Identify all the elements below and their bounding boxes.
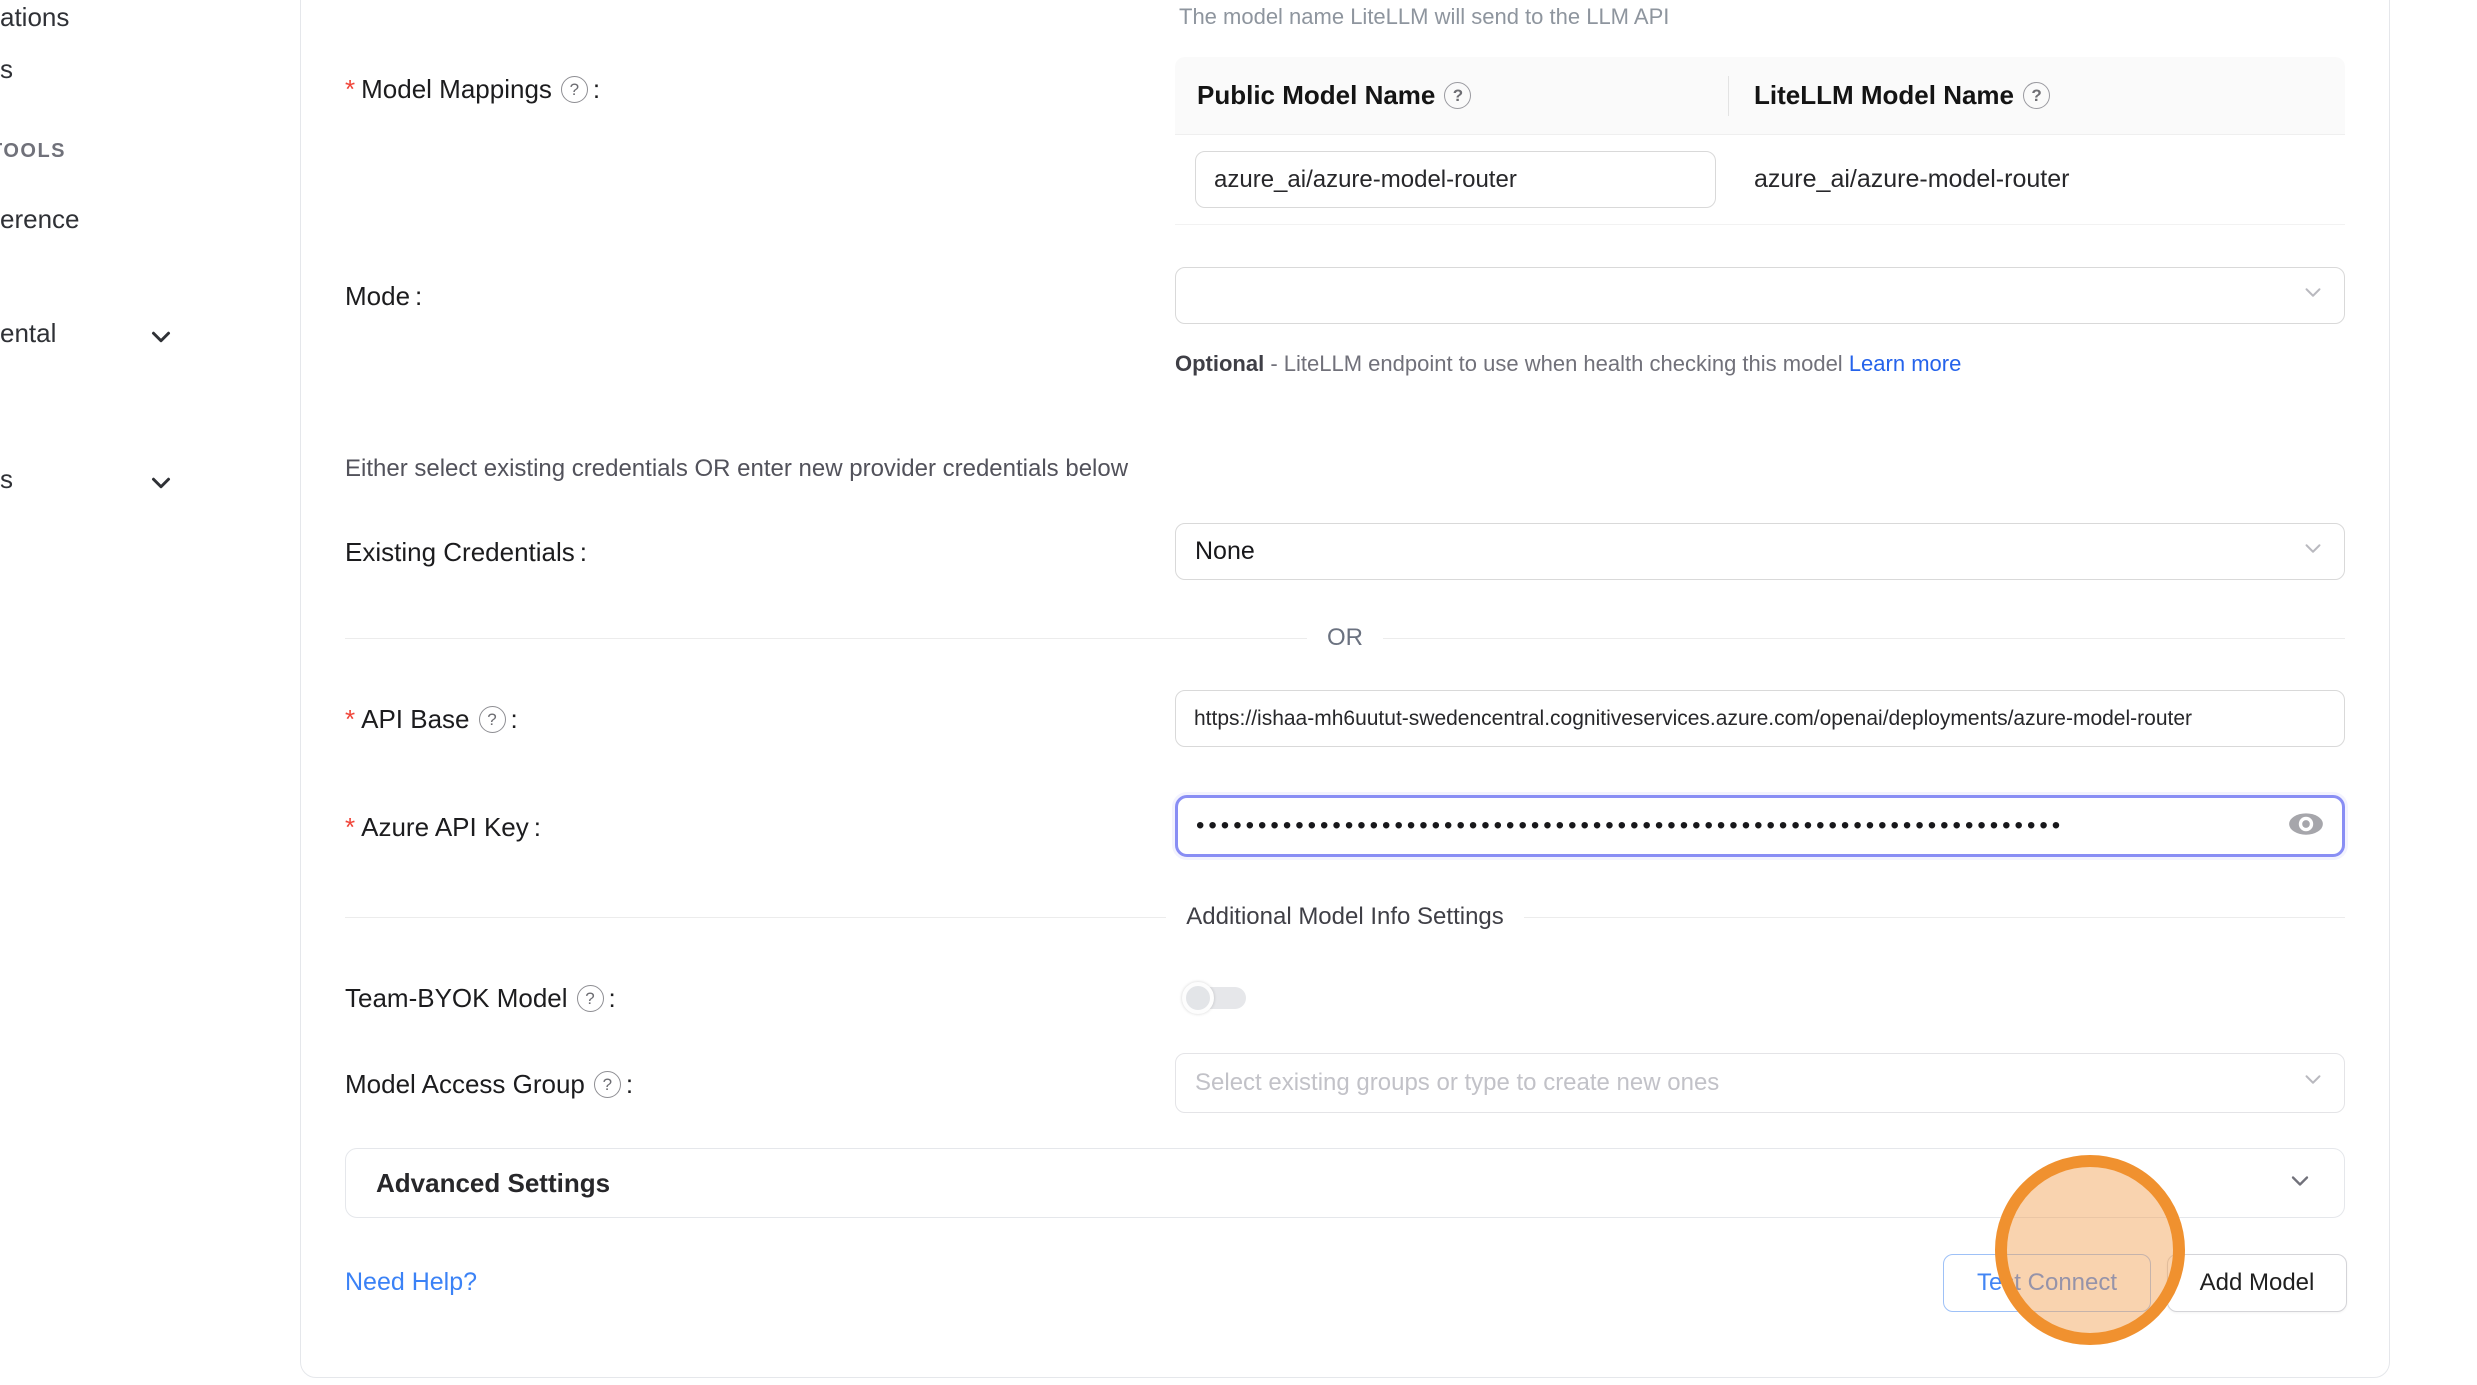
team-byok-label-text: Team-BYOK Model [345, 983, 568, 1014]
team-byok-toggle[interactable] [1182, 982, 1246, 1014]
divider-line [1383, 638, 2345, 639]
public-model-name-header: Public Model Name [1175, 80, 1728, 111]
mode-label-text: Mode [345, 281, 410, 312]
required-asterisk [345, 704, 361, 735]
mode-label: Mode [345, 281, 422, 312]
divider-line [1524, 917, 2345, 918]
required-asterisk [345, 74, 361, 105]
advanced-settings-title: Advanced Settings [376, 1168, 610, 1199]
azure-api-key-input[interactable] [1196, 812, 2274, 840]
label-colon [575, 537, 587, 568]
mode-help-text: Optional - LiteLLM endpoint to use when … [1175, 344, 2005, 384]
question-circle-icon[interactable] [561, 76, 588, 103]
api-base-label-text: API Base [361, 704, 469, 735]
need-help-link[interactable]: Need Help? [345, 1268, 477, 1297]
add-model-page: ations s TOOLS erence ental s The model … [0, 0, 2477, 1385]
model-mappings-header-row: Public Model Name LiteLLM Model Name [1175, 57, 2345, 135]
api-base-label: API Base [345, 704, 518, 735]
team-byok-label: Team-BYOK Model [345, 983, 616, 1014]
divider-line [345, 638, 1307, 639]
litellm-model-name-cell: azure_ai/azure-model-router [1728, 165, 2345, 194]
label-colon [621, 1069, 633, 1100]
or-divider-text: OR [1327, 624, 1363, 652]
info-settings-divider: Additional Model Info Settings [345, 903, 2345, 931]
mode-help-body: - LiteLLM endpoint to use when health ch… [1264, 351, 1849, 376]
mode-select[interactable] [1175, 267, 2345, 324]
header-column-divider [1728, 76, 1729, 116]
public-model-name-header-text: Public Model Name [1197, 80, 1435, 111]
learn-more-link[interactable]: Learn more [1849, 351, 1962, 376]
litellm-model-name-header: LiteLLM Model Name [1728, 80, 2345, 111]
model-mappings-label: Model Mappings [345, 74, 600, 105]
azure-api-key-label: Azure API Key [345, 812, 541, 843]
question-circle-icon[interactable] [594, 1071, 621, 1098]
sidebar-item-reference[interactable]: erence [0, 204, 80, 235]
test-connect-button[interactable]: Test Connect [1943, 1254, 2151, 1312]
toggle-knob [1182, 982, 1214, 1014]
question-circle-icon[interactable] [1444, 82, 1471, 109]
eye-icon[interactable] [2288, 811, 2324, 842]
litellm-model-name-helper: The model name LiteLLM will send to the … [1179, 4, 1669, 30]
azure-api-key-field [1175, 795, 2345, 857]
azure-api-key-label-text: Azure API Key [361, 812, 529, 843]
sidebar-item-integrations[interactable]: ations [0, 2, 69, 33]
model-mappings-label-text: Model Mappings [361, 74, 552, 105]
existing-credentials-value: None [1195, 537, 1255, 566]
question-circle-icon[interactable] [577, 985, 604, 1012]
litellm-model-name-header-text: LiteLLM Model Name [1754, 80, 2014, 111]
model-access-group-label: Model Access Group [345, 1069, 633, 1100]
chevron-down-icon [2286, 1167, 2314, 1200]
required-asterisk [345, 812, 361, 843]
sidebar-section-tools: TOOLS [0, 140, 66, 163]
model-access-group-select[interactable]: Select existing groups or type to create… [1175, 1053, 2345, 1113]
label-colon [604, 983, 616, 1014]
public-model-name-cell [1175, 151, 1728, 208]
sidebar-item-s[interactable]: s [0, 54, 13, 85]
mode-help-bold: Optional [1175, 351, 1264, 376]
sidebar-item-settings[interactable]: s [0, 464, 13, 495]
label-colon [529, 812, 541, 843]
model-access-group-label-text: Model Access Group [345, 1069, 585, 1100]
existing-credentials-label: Existing Credentials [345, 537, 587, 568]
label-colon [588, 74, 600, 105]
question-circle-icon[interactable] [479, 706, 506, 733]
or-divider: OR [345, 624, 2345, 652]
advanced-settings-panel[interactable]: Advanced Settings [345, 1148, 2345, 1218]
credentials-note: Either select existing credentials OR en… [345, 455, 1128, 483]
sidebar-item-experimental[interactable]: ental [0, 318, 56, 349]
question-circle-icon[interactable] [2023, 82, 2050, 109]
chevron-down-icon [146, 322, 176, 357]
add-model-button[interactable]: Add Model [2167, 1254, 2347, 1312]
chevron-down-icon [146, 468, 176, 503]
model-access-group-placeholder: Select existing groups or type to create… [1195, 1069, 1719, 1097]
label-colon [506, 704, 518, 735]
api-base-input[interactable] [1175, 690, 2345, 747]
chevron-down-icon [2300, 1067, 2326, 1100]
label-colon [410, 281, 422, 312]
info-settings-divider-text: Additional Model Info Settings [1186, 903, 1504, 931]
public-model-name-input[interactable] [1195, 151, 1716, 208]
model-mapping-row: azure_ai/azure-model-router [1175, 135, 2345, 225]
existing-credentials-select[interactable]: None [1175, 523, 2345, 580]
existing-credentials-label-text: Existing Credentials [345, 537, 575, 568]
chevron-down-icon [2300, 279, 2326, 312]
chevron-down-icon [2300, 535, 2326, 568]
model-mappings-table: Public Model Name LiteLLM Model Name azu… [1175, 57, 2345, 225]
divider-line [345, 917, 1166, 918]
